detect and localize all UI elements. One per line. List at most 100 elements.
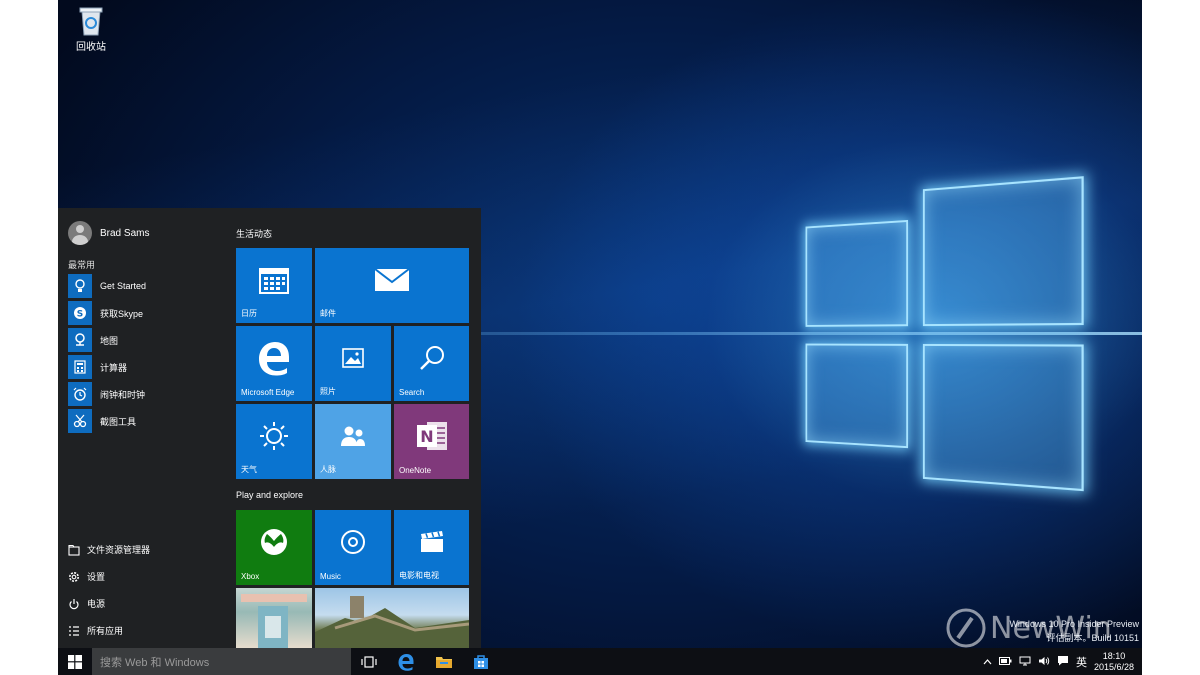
tile-label: 照片 <box>320 387 336 396</box>
music-disc-icon <box>340 529 366 557</box>
skype-icon: S <box>68 301 92 325</box>
tile-label: 人脉 <box>320 465 336 474</box>
action-center-icon[interactable] <box>1057 655 1069 668</box>
tile-search[interactable]: Search <box>394 326 469 401</box>
watermark-line1: Windows 10 Pro Insider Preview <box>1009 619 1139 629</box>
volume-icon[interactable] <box>1038 656 1050 668</box>
settings-link[interactable]: 设置 <box>68 570 105 583</box>
sun-icon <box>258 420 290 454</box>
tile-weather[interactable]: 天气 <box>236 404 312 479</box>
tile-live-image-1[interactable] <box>236 588 312 648</box>
app-snipping-tool[interactable]: 截图工具 <box>68 409 136 433</box>
svg-text:S: S <box>77 310 83 320</box>
windows-logo-wallpaper <box>805 175 1093 500</box>
app-label: 闹钟和时钟 <box>100 389 146 400</box>
tile-live-image-2[interactable] <box>315 588 469 648</box>
file-explorer-link[interactable]: 文件资源管理器 <box>68 543 150 556</box>
user-account[interactable]: Brad Sams <box>68 221 149 245</box>
app-skype[interactable]: S 获取Skype <box>68 301 143 325</box>
people-icon <box>339 425 367 449</box>
tile-group-heading: Play and explore <box>236 490 304 500</box>
tile-music[interactable]: Music <box>315 510 391 585</box>
search-placeholder: 搜索 Web 和 Windows <box>100 656 210 669</box>
edge-icon <box>398 653 414 671</box>
app-maps[interactable]: 地图 <box>68 328 118 352</box>
task-view-button[interactable] <box>352 648 386 675</box>
all-apps-link[interactable]: 所有应用 <box>68 624 123 637</box>
tile-xbox[interactable]: Xbox <box>236 510 312 585</box>
clock-time: 18:10 <box>1102 650 1126 661</box>
clock[interactable]: 18:10 2015/6/28 <box>1094 651 1134 673</box>
app-label: 地图 <box>100 335 119 346</box>
app-label: 截图工具 <box>100 416 137 427</box>
tile-calendar[interactable]: 日历 <box>236 248 312 323</box>
recycle-bin-icon <box>79 7 103 36</box>
tile-photos[interactable]: 照片 <box>315 326 391 401</box>
mail-icon <box>374 268 410 294</box>
sys-label: 电源 <box>87 599 106 609</box>
building-photo <box>241 594 307 648</box>
power-icon <box>69 598 79 609</box>
calculator-icon <box>68 355 92 379</box>
ime-indicator[interactable]: 英 <box>1076 654 1087 670</box>
tile-label: Microsoft Edge <box>241 388 295 397</box>
gear-icon <box>69 571 79 582</box>
store-taskbar-button[interactable] <box>464 648 498 675</box>
list-icon <box>69 625 79 636</box>
sys-label: 所有应用 <box>87 626 124 636</box>
taskbar-search-box[interactable]: 搜索 Web 和 Windows <box>92 648 351 675</box>
file-explorer-taskbar-button[interactable] <box>427 648 461 675</box>
start-button[interactable] <box>58 648 92 675</box>
recycle-bin[interactable]: 回收站 <box>66 4 116 53</box>
sys-label: 设置 <box>87 572 106 582</box>
recycle-bin-label: 回收站 <box>76 42 106 53</box>
avatar <box>68 221 92 245</box>
folder-icon <box>68 544 80 556</box>
tile-people[interactable]: 人脉 <box>315 404 391 479</box>
user-name: Brad Sams <box>100 227 150 239</box>
store-icon <box>474 654 488 669</box>
tile-onenote[interactable]: N OneNote <box>394 404 469 479</box>
calendar-icon <box>259 266 289 296</box>
svg-text:N: N <box>420 427 433 446</box>
tile-label: 日历 <box>241 309 257 318</box>
start-left-pane: Brad Sams 最常用 Get Started S 获取Skype 地图 计… <box>58 208 228 648</box>
tile-mail[interactable]: 邮件 <box>315 248 469 323</box>
app-get-started[interactable]: Get Started <box>68 274 146 298</box>
taskbar: 搜索 Web 和 Windows 英 18:10 2015/6/28 <box>58 648 1142 675</box>
system-tray: 英 18:10 2015/6/28 <box>983 648 1134 675</box>
app-alarms[interactable]: 闹钟和时钟 <box>68 382 145 406</box>
xbox-icon <box>259 527 289 559</box>
clock-date: 2015/6/28 <box>1093 661 1134 672</box>
edge-taskbar-button[interactable] <box>389 648 423 675</box>
photos-icon <box>342 348 364 370</box>
snipping-icon <box>68 409 92 433</box>
watermark-line2: 评估副本。Build 10151 <box>1046 633 1139 643</box>
tile-label: 邮件 <box>320 309 336 318</box>
windows-start-icon <box>68 654 82 669</box>
start-menu: Brad Sams 最常用 Get Started S 获取Skype 地图 计… <box>58 208 481 648</box>
build-watermark: Windows 10 Pro Insider Preview 评估副本。Buil… <box>1009 617 1139 645</box>
tile-edge[interactable]: Microsoft Edge <box>236 326 312 401</box>
app-label: Get Started <box>100 281 147 291</box>
onenote-icon: N <box>415 419 449 455</box>
app-calculator[interactable]: 计算器 <box>68 355 127 379</box>
task-view-icon <box>361 655 377 668</box>
chevron-up-icon[interactable] <box>983 657 992 667</box>
desktop: 回收站 Brad Sams 最常用 Get Started S 获取Skype <box>58 0 1142 675</box>
tile-group-heading: 生活动态 <box>236 229 273 239</box>
app-label: 计算器 <box>100 362 128 373</box>
most-used-heading: 最常用 <box>68 260 96 270</box>
folder-icon <box>436 656 452 668</box>
power-link[interactable]: 电源 <box>68 597 105 610</box>
alarm-icon <box>68 382 92 406</box>
tile-label: Music <box>320 572 341 581</box>
tile-label: 电影和电视 <box>399 571 439 580</box>
app-label: 获取Skype <box>100 308 144 319</box>
tile-label: 天气 <box>241 465 257 474</box>
network-icon[interactable] <box>1019 656 1031 668</box>
tile-movies-tv[interactable]: 电影和电视 <box>394 510 469 585</box>
battery-icon[interactable] <box>998 656 1012 667</box>
newwin-logo-icon <box>946 608 986 648</box>
lightbulb-icon <box>68 274 92 298</box>
